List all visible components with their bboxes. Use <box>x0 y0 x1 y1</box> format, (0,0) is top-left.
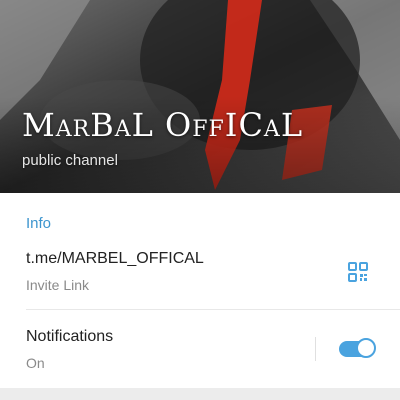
vertical-divider <box>315 337 316 361</box>
toggle-knob <box>356 338 376 358</box>
qr-code-icon[interactable] <box>346 260 370 284</box>
notifications-toggle[interactable] <box>339 338 377 360</box>
invite-link-value[interactable]: t.me/MARBEL_OFFICAL <box>26 250 204 268</box>
section-heading-info: Info <box>26 215 52 232</box>
notifications-state: On <box>26 355 45 371</box>
channel-header: MarBaL OffICaL public channel <box>0 0 400 193</box>
channel-subtitle: public channel <box>22 152 118 169</box>
channel-title: MarBaL OffICaL <box>22 106 304 144</box>
invite-link-caption: Invite Link <box>26 277 90 293</box>
section-shadow <box>0 388 400 400</box>
notifications-label[interactable]: Notifications <box>26 328 113 346</box>
divider <box>26 309 400 310</box>
info-section: Info t.me/MARBEL_OFFICAL Invite Link Not… <box>0 193 400 388</box>
